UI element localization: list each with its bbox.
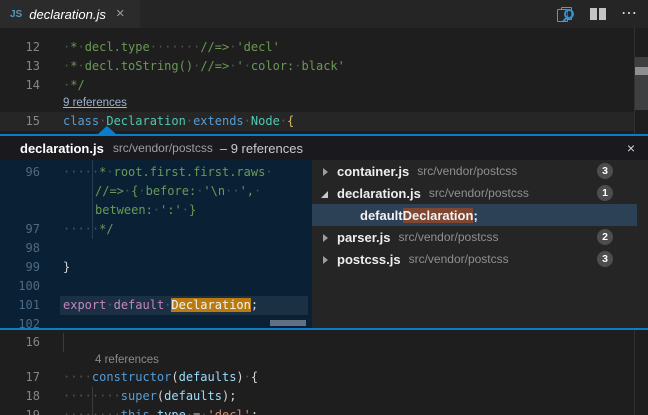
code-line-12[interactable]: 12 ·*·decl.type·······//=>·'decl' [0, 38, 280, 57]
vertical-scrollbar-thumb[interactable] [635, 57, 648, 110]
peek-title-path: src/vendor/postcss [113, 141, 213, 155]
reference-match-row-selected[interactable]: default Declaration; [312, 204, 637, 226]
codelens-references-link[interactable]: 9 references [63, 95, 127, 111]
tab-declaration-js[interactable]: JS declaration.js × [0, 0, 140, 28]
line-number: 97 [0, 220, 40, 239]
editor-area-bottom: 16 4 references 17 ····constructor(defau… [0, 330, 648, 415]
reference-file-row-declaration[interactable]: declaration.js src/vendor/postcss 1 [312, 182, 637, 204]
editor-area-top: 12 ·*·decl.type·······//=>·'decl' 13 ·*·… [0, 28, 648, 134]
overview-ruler-border [634, 330, 635, 415]
code-line-17[interactable]: 17 ····constructor(defaults)·{ [0, 368, 258, 387]
line-number: 99 [0, 258, 40, 277]
horizontal-scrollbar-thumb[interactable] [270, 320, 306, 326]
peek-code-line-101: 101 export·default·Declaration; [0, 296, 258, 315]
peek-code-line-96: 96 ·····*·root.first.first.raws· [0, 163, 273, 182]
code-line-15[interactable]: 15 class·Declaration·extends·Node·{ [0, 112, 294, 131]
vscode-window: JS declaration.js × ⋯ 12 ·*·decl.type···… [0, 0, 648, 415]
javascript-file-icon: JS [10, 9, 22, 20]
peek-code-line-96-wrap2: between:·':'·} [0, 201, 196, 220]
peek-body: color:·black\n}··') 96 ·····*·root.first… [0, 160, 648, 328]
tab-close-icon[interactable]: × [116, 0, 125, 28]
reference-count-badge: 3 [597, 163, 613, 179]
codelens-references-label[interactable]: 4 references [95, 352, 159, 368]
peek-code-line-102: 102 [0, 315, 63, 328]
reference-count-badge: 2 [597, 229, 613, 245]
reference-count-badge: 3 [597, 251, 613, 267]
peek-references-widget: declaration.js src/vendor/postcss – 9 re… [0, 134, 648, 330]
reference-file-row-parser[interactable]: parser.js src/vendor/postcss 2 [312, 226, 637, 248]
code-line-16[interactable]: 16 [0, 333, 63, 352]
line-number: 12 [0, 38, 40, 57]
line-number: 17 [0, 368, 40, 387]
chevron-right-icon[interactable] [321, 233, 330, 242]
tab-title: declaration.js [29, 7, 106, 22]
peek-title-bar: declaration.js src/vendor/postcss – 9 re… [0, 136, 648, 160]
line-number: 100 [0, 277, 40, 296]
peek-code-line-100: 100 [0, 277, 63, 296]
references-list: container.js src/vendor/postcss 3 declar… [312, 160, 648, 328]
match-highlight: Declaration [403, 208, 474, 223]
chevron-right-icon[interactable] [321, 255, 330, 264]
line-number: 98 [0, 239, 40, 258]
line-number: 13 [0, 57, 40, 76]
code-line-14[interactable]: 14 ·*/ [0, 76, 85, 95]
chevron-right-icon[interactable] [321, 167, 330, 176]
more-actions-icon[interactable]: ⋯ [621, 0, 638, 28]
peek-code-line-97: 97 ·····*/ [0, 220, 114, 239]
find-references-icon[interactable] [556, 6, 575, 23]
split-editor-icon[interactable] [590, 8, 606, 20]
line-number: 19 [0, 406, 40, 415]
code-line-19[interactable]: 19 ········this.type·=·'decl'; [0, 406, 258, 415]
indent-guide [63, 333, 64, 352]
peek-code-line-98: 98 [0, 239, 63, 258]
code-line-18[interactable]: 18 ········super(defaults); [0, 387, 236, 406]
editor-actions: ⋯ [556, 0, 638, 28]
line-number: 14 [0, 76, 40, 95]
peek-editor[interactable]: color:·black\n}··') 96 ·····*·root.first… [0, 160, 312, 328]
peek-title-filename: declaration.js [20, 141, 104, 156]
line-number: 102 [0, 315, 40, 328]
code-line-13[interactable]: 13 ·*·decl.toString()·//=>·'·color:·blac… [0, 57, 345, 76]
peek-title-meta: – 9 references [220, 141, 303, 156]
line-number: 96 [0, 163, 40, 182]
overview-ruler-decoration [635, 67, 648, 75]
peek-close-icon[interactable]: × [627, 136, 635, 160]
line-number: 18 [0, 387, 40, 406]
reference-file-row-postcss[interactable]: postcss.js src/vendor/postcss 3 [312, 248, 637, 270]
reference-file-row-container[interactable]: container.js src/vendor/postcss 3 [312, 160, 637, 182]
chevron-down-icon[interactable] [321, 189, 330, 198]
line-number: 15 [0, 112, 40, 131]
peek-code-line-99: 99 } [0, 258, 70, 277]
reference-count-badge: 1 [597, 185, 613, 201]
peek-code-line-96-wrap1: //=>·{·before:·'\n··',· [0, 182, 261, 201]
line-number: 16 [0, 333, 40, 352]
line-number: 101 [0, 296, 40, 315]
tab-bar: JS declaration.js × ⋯ [0, 0, 648, 28]
peek-anchor-arrow [98, 126, 116, 134]
